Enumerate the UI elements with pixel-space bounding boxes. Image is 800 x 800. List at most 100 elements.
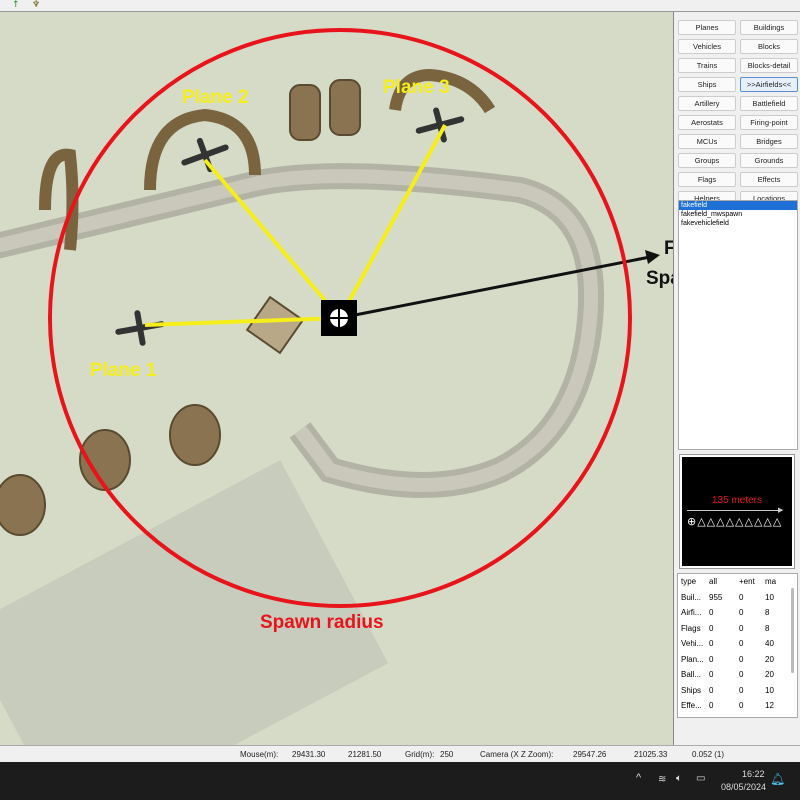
- table-cell: 0: [739, 608, 744, 618]
- table-cell: 0: [709, 670, 714, 680]
- blocks-detail-button[interactable]: Blocks-detail: [740, 58, 798, 73]
- object-preview: 135 meters ▶ ⊕△△△△△△△△△: [679, 454, 795, 569]
- table-cell: 10: [765, 592, 774, 602]
- chevron-up-icon[interactable]: ^: [636, 772, 641, 784]
- vehicles-button[interactable]: Vehicles: [678, 39, 736, 54]
- table-row[interactable]: Airfi... 0 0 8: [678, 605, 797, 621]
- map-view[interactable]: Plane 2 Plane 3 Plane 1 Fakefield Spawn-…: [0, 12, 673, 745]
- table-cell: Ships: [681, 685, 702, 695]
- volume-icon[interactable]: 🔈︎: [676, 773, 682, 784]
- table-cell: Buil...: [681, 592, 702, 602]
- spawn-slots-icon: ⊕△△△△△△△△△: [687, 515, 783, 528]
- grounds-button[interactable]: Grounds: [740, 153, 798, 168]
- table-row[interactable]: Flags 0 0 8: [678, 621, 797, 637]
- table-cell: Airfi...: [681, 608, 702, 618]
- table-cell: Plan...: [681, 654, 704, 664]
- building-shadow: [0, 460, 389, 745]
- object-list[interactable]: fakefield fakefield_mwspawn fakevehiclef…: [678, 200, 798, 450]
- blocks-button[interactable]: Blocks: [740, 39, 798, 54]
- category-buttons: Planes Buildings Vehicles Blocks Trains …: [678, 20, 798, 206]
- battery-icon[interactable]: ▭: [696, 773, 705, 784]
- table-row[interactable]: Buil... 955 0 10: [678, 590, 797, 606]
- table-row[interactable]: Vehi... 0 0 40: [678, 636, 797, 652]
- table-cell: 12: [765, 701, 774, 711]
- battlefield-button[interactable]: Battlefield: [740, 96, 798, 111]
- trains-button[interactable]: Trains: [678, 58, 736, 73]
- list-item[interactable]: fakevehiclefield: [679, 219, 797, 228]
- bridges-button[interactable]: Bridges: [740, 134, 798, 149]
- table-row[interactable]: Effe... 0 0 12: [678, 698, 797, 714]
- arrow-head-icon: [645, 250, 660, 264]
- camera-z: 21025.33: [634, 750, 668, 759]
- toolbar: ↑ ♆: [0, 0, 800, 12]
- plane-3-icon: [415, 107, 465, 143]
- header-cell: +ent: [739, 577, 755, 587]
- spawn-radius-label: Spawn radius: [260, 612, 384, 633]
- camera-x: 29547.26: [573, 750, 607, 759]
- table-cell: 0: [709, 685, 714, 695]
- table-cell: 0: [709, 608, 714, 618]
- plane-lines: [144, 124, 447, 327]
- plane-1-label: Plane 1: [90, 360, 157, 381]
- table-cell: 0: [709, 701, 714, 711]
- groups-button[interactable]: Groups: [678, 153, 736, 168]
- arrow-up-icon[interactable]: ↑: [12, 0, 20, 10]
- ships-button[interactable]: Ships: [678, 77, 736, 92]
- taskbar: ^ ≋ 🔈︎ ▭ 16:22 08/05/2024 🔔︎: [0, 762, 800, 800]
- list-item[interactable]: fakefield_mwspawn: [679, 210, 797, 219]
- camera-label: Camera (X Z Zoom):: [480, 750, 554, 759]
- aerostats-button[interactable]: Aerostats: [678, 115, 736, 130]
- table-cell: 955: [709, 592, 723, 602]
- table-cell: 8: [765, 623, 770, 633]
- plane-1-icon: [115, 310, 165, 346]
- status-bar: Mouse(m): 29431.30 21281.50 Grid(m): 250…: [0, 745, 800, 762]
- table-cell: Flags: [681, 623, 701, 633]
- tool-icon[interactable]: ♆: [32, 0, 40, 10]
- notification-bell-icon[interactable]: 🔔︎: [770, 772, 785, 786]
- table-cell: 0: [739, 623, 744, 633]
- plane-2-label: Plane 2: [182, 87, 249, 108]
- arrow-head-icon: ▶: [778, 506, 784, 514]
- grid-value: 250: [440, 750, 454, 759]
- table-cell: 0: [739, 639, 744, 649]
- table-header: type all +ent ma: [678, 574, 797, 590]
- table-cell: 10: [765, 685, 774, 695]
- clock-date[interactable]: 08/05/2024: [721, 782, 766, 792]
- stats-table: type all +ent ma Buil... 955 0 10 Airfi... 0 0 8 Fl…: [677, 573, 798, 718]
- plane-3-label: Plane 3: [383, 77, 450, 98]
- table-cell: 0: [739, 592, 744, 602]
- table-row[interactable]: Ball... 0 0 20: [678, 667, 797, 683]
- distance-label: 135 meters: [711, 495, 763, 506]
- table-cell: 20: [765, 654, 774, 664]
- artillery-button[interactable]: Artillery: [678, 96, 736, 111]
- airfields-button[interactable]: >>Airfields<<: [740, 77, 798, 92]
- scrollbar[interactable]: [791, 588, 794, 673]
- distance-arrow: [687, 510, 782, 511]
- effects-button[interactable]: Effects: [740, 172, 798, 187]
- flags-button[interactable]: Flags: [678, 172, 736, 187]
- header-cell: all: [709, 577, 718, 587]
- spawn-arrow: [354, 255, 651, 317]
- spawn-point-label-2: Spawn-Point: [646, 268, 673, 289]
- table-cell: 0: [739, 654, 744, 664]
- table-cell: 0: [709, 623, 714, 633]
- wifi-icon[interactable]: ≋: [658, 774, 666, 785]
- buildings-button[interactable]: Buildings: [740, 20, 798, 35]
- table-cell: 20: [765, 670, 774, 680]
- header-cell: type: [681, 577, 697, 587]
- list-item[interactable]: fakefield: [679, 201, 797, 210]
- firing-point-button[interactable]: Firing-point: [740, 115, 798, 130]
- planes-button[interactable]: Planes: [678, 20, 736, 35]
- mouse-z: 21281.50: [348, 750, 382, 759]
- plane-2-icon: [181, 137, 229, 173]
- table-cell: 0: [739, 685, 744, 695]
- table-cell: 8: [765, 608, 770, 618]
- table-row[interactable]: Ships 0 0 10: [678, 683, 797, 699]
- clock-time[interactable]: 16:22: [742, 769, 765, 779]
- spawn-point-label-1: Fakefield: [664, 238, 673, 259]
- spawn-point-icon[interactable]: [321, 300, 357, 336]
- table-cell: 40: [765, 639, 774, 649]
- table-row[interactable]: Plan... 0 0 20: [678, 652, 797, 668]
- mcus-button[interactable]: MCUs: [678, 134, 736, 149]
- table-cell: Vehi...: [681, 639, 704, 649]
